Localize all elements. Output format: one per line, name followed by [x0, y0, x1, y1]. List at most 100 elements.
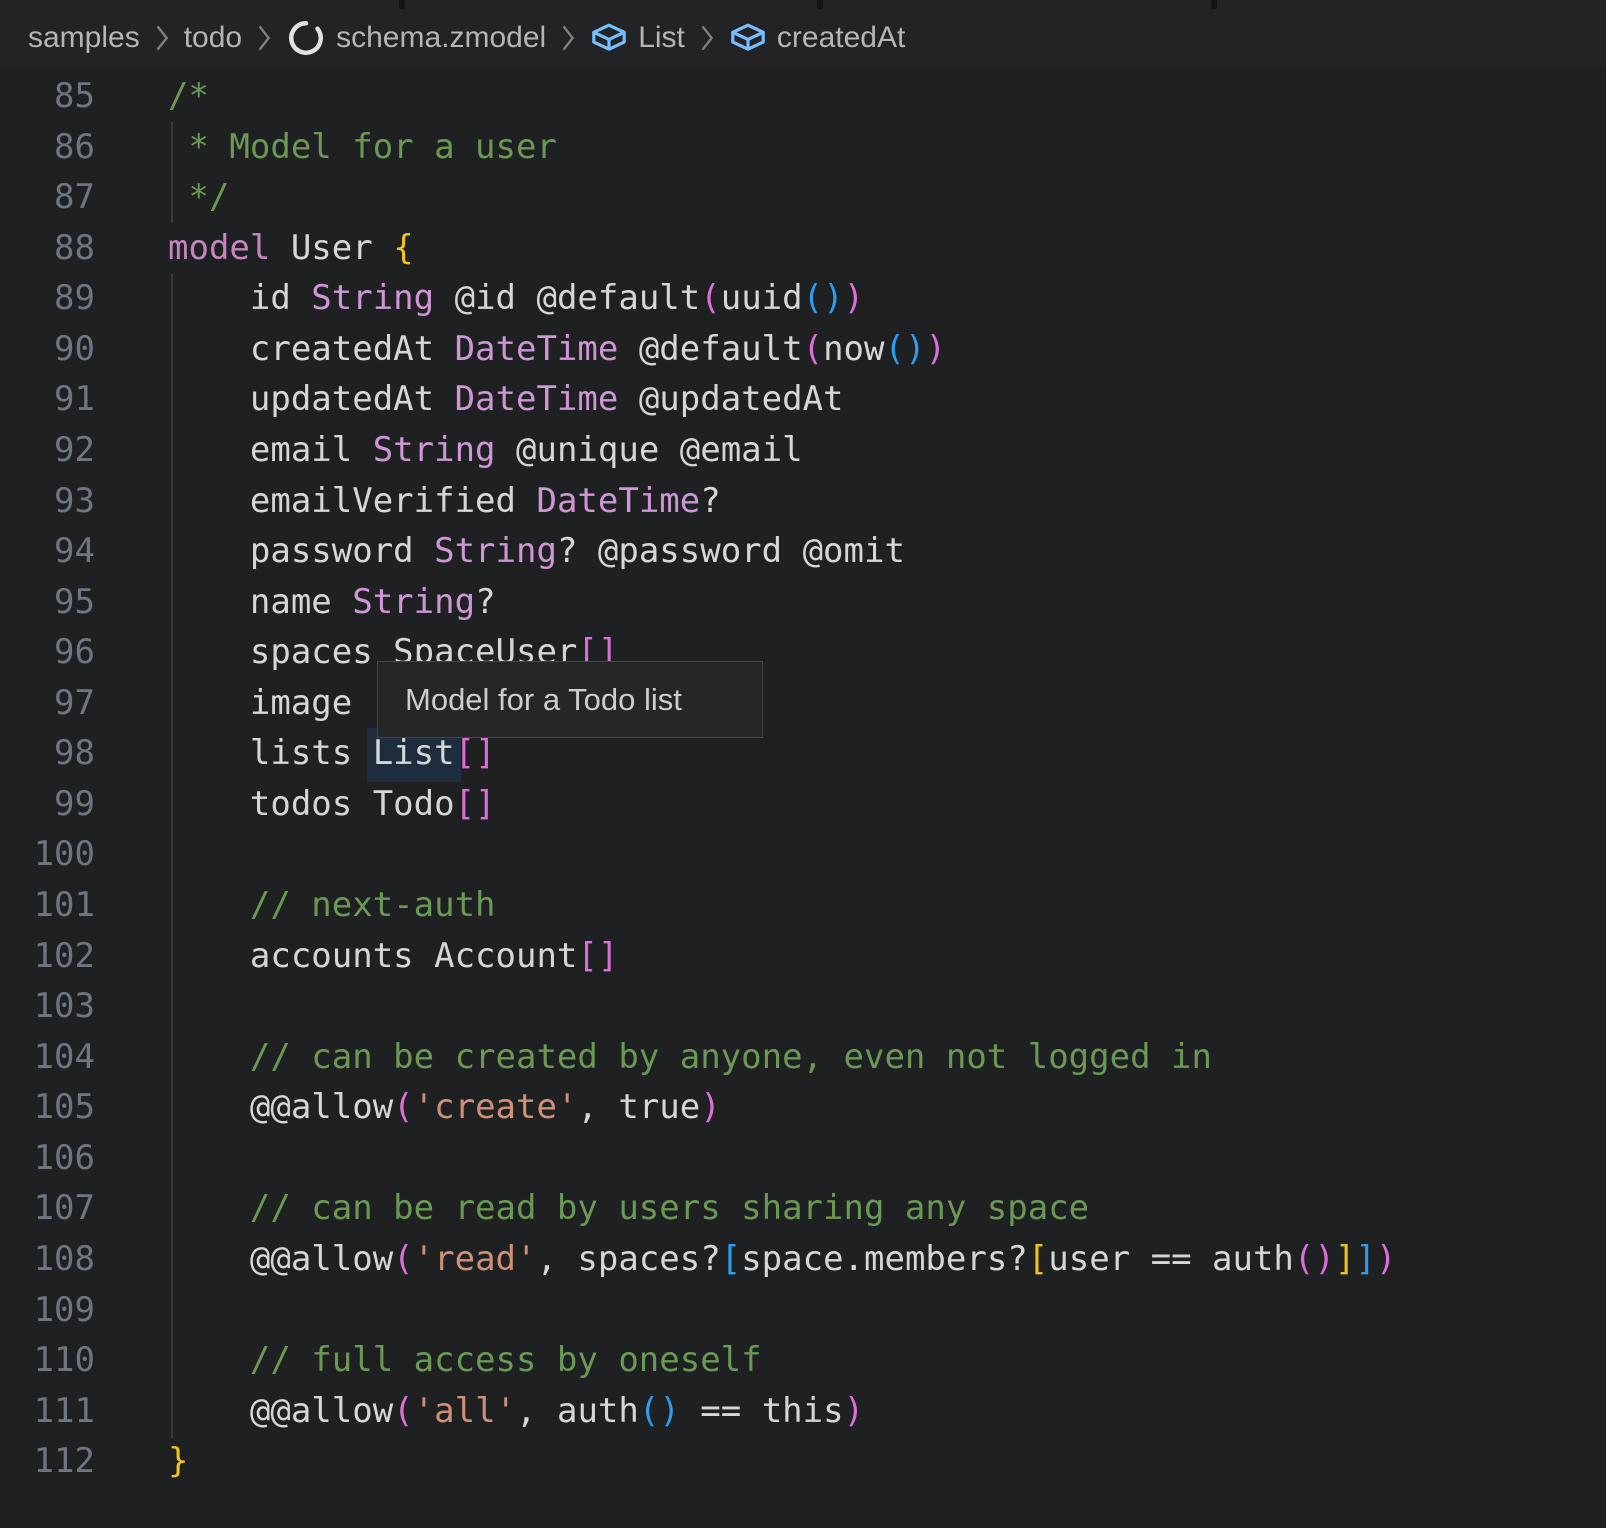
code-text: accounts Account[] [95, 931, 618, 982]
code-token: String [373, 430, 496, 470]
code-line[interactable]: 106 [0, 1133, 1606, 1184]
code-token: // can be created by anyone, even not lo… [168, 1037, 1212, 1077]
code-token: ) [905, 329, 925, 369]
code-token: ? [475, 582, 495, 622]
line-number[interactable]: 86 [0, 122, 95, 173]
code-line[interactable]: 88model User { [0, 223, 1606, 274]
line-number[interactable]: 99 [0, 779, 95, 830]
line-number[interactable]: 95 [0, 577, 95, 628]
line-number[interactable]: 101 [0, 880, 95, 931]
line-number[interactable]: 94 [0, 526, 95, 577]
line-number[interactable]: 96 [0, 627, 95, 678]
line-number[interactable]: 91 [0, 374, 95, 425]
code-text: id String @id @default(uuid()) [95, 273, 864, 324]
code-text: @@allow('all', auth() == this) [95, 1386, 864, 1437]
code-token: ? @password @omit [557, 531, 905, 571]
breadcrumb-label: List [638, 21, 685, 55]
code-token: @default [618, 329, 802, 369]
line-number[interactable]: 110 [0, 1335, 95, 1386]
code-lines: 85/*86 * Model for a user87 */88model Us… [0, 67, 1606, 1487]
line-number[interactable]: 85 [0, 71, 95, 122]
code-token: ( [393, 1239, 413, 1279]
code-line[interactable]: 97 image [0, 678, 1606, 729]
hover-tooltip: Model for a Todo list [377, 661, 763, 738]
line-number[interactable]: 104 [0, 1032, 95, 1083]
code-line[interactable]: 91 updatedAt DateTime @updatedAt [0, 374, 1606, 425]
code-line[interactable]: 94 password String? @password @omit [0, 526, 1606, 577]
breadcrumb-item-createdat[interactable]: createdAt [729, 19, 905, 57]
code-line[interactable]: 100 [0, 829, 1606, 880]
code-token: lists [168, 733, 373, 773]
code-token: ( [803, 329, 823, 369]
code-line[interactable]: 112} [0, 1436, 1606, 1487]
code-token: @unique @email [496, 430, 803, 470]
code-text: // can be read by users sharing any spac… [95, 1183, 1089, 1234]
line-number[interactable]: 106 [0, 1133, 95, 1184]
line-number[interactable]: 109 [0, 1285, 95, 1336]
code-token: @@allow [168, 1239, 393, 1279]
code-token: @@allow [168, 1087, 393, 1127]
line-number[interactable]: 105 [0, 1082, 95, 1133]
code-line[interactable]: 93 emailVerified DateTime? [0, 476, 1606, 527]
code-line[interactable]: 109 [0, 1285, 1606, 1336]
code-line[interactable]: 92 email String @unique @email [0, 425, 1606, 476]
code-token: , [516, 1391, 557, 1431]
line-number[interactable]: 88 [0, 223, 95, 274]
line-number[interactable]: 100 [0, 829, 95, 880]
code-token: // next-auth [168, 885, 496, 925]
line-number[interactable]: 97 [0, 678, 95, 729]
code-token: password [168, 531, 434, 571]
code-text: @@allow('read', spaces?[space.members?[u… [95, 1234, 1396, 1285]
line-number[interactable]: 93 [0, 476, 95, 527]
breadcrumb-item-todo[interactable]: todo [184, 21, 242, 55]
code-line[interactable]: 103 [0, 981, 1606, 1032]
breadcrumb-label: createdAt [777, 21, 905, 55]
code-line[interactable]: 99 todos Todo[] [0, 779, 1606, 830]
code-line[interactable]: 89 id String @id @default(uuid()) [0, 273, 1606, 324]
line-number[interactable]: 98 [0, 728, 95, 779]
code-line[interactable]: 87 */ [0, 172, 1606, 223]
code-token: { [393, 228, 413, 268]
line-number[interactable]: 108 [0, 1234, 95, 1285]
line-number[interactable]: 92 [0, 425, 95, 476]
code-line[interactable]: 101 // next-auth [0, 880, 1606, 931]
code-text: todos Todo[] [95, 779, 496, 830]
tab-strip [0, 0, 1606, 9]
code-token: emailVerified [168, 481, 536, 521]
line-number[interactable]: 103 [0, 981, 95, 1032]
code-token: @id @default [434, 278, 700, 318]
code-text: password String? @password @omit [95, 526, 905, 577]
code-token: now [823, 329, 884, 369]
code-token: DateTime [536, 481, 700, 521]
code-text: updatedAt DateTime @updatedAt [95, 374, 844, 425]
code-line[interactable]: 85/* [0, 71, 1606, 122]
code-line[interactable]: 98 lists List[] [0, 728, 1606, 779]
code-token: @@allow [168, 1391, 393, 1431]
line-number[interactable]: 89 [0, 273, 95, 324]
line-number[interactable]: 90 [0, 324, 95, 375]
breadcrumb-item-schema-zmodel[interactable]: schema.zmodel [286, 18, 546, 58]
breadcrumb-separator [154, 24, 170, 52]
line-number[interactable]: 107 [0, 1183, 95, 1234]
code-line[interactable]: 110 // full access by oneself [0, 1335, 1606, 1386]
line-number[interactable]: 102 [0, 931, 95, 982]
breadcrumb-item-list[interactable]: List [590, 19, 685, 57]
code-line[interactable]: 96 spaces SpaceUser[] [0, 627, 1606, 678]
code-line[interactable]: 108 @@allow('read', spaces?[space.member… [0, 1234, 1606, 1285]
code-line[interactable]: 104 // can be created by anyone, even no… [0, 1032, 1606, 1083]
line-number[interactable]: 111 [0, 1386, 95, 1437]
code-line[interactable]: 105 @@allow('create', true) [0, 1082, 1606, 1133]
code-line[interactable]: 102 accounts Account[] [0, 931, 1606, 982]
code-line[interactable]: 95 name String? [0, 577, 1606, 628]
code-text: // can be created by anyone, even not lo… [95, 1032, 1212, 1083]
code-line[interactable]: 90 createdAt DateTime @default(now()) [0, 324, 1606, 375]
code-text [95, 829, 168, 880]
breadcrumb-item-samples[interactable]: samples [28, 21, 140, 55]
code-line[interactable]: 111 @@allow('all', auth() == this) [0, 1386, 1606, 1437]
line-number[interactable]: 87 [0, 172, 95, 223]
code-token: name [168, 582, 352, 622]
code-line[interactable]: 86 * Model for a user [0, 122, 1606, 173]
code-line[interactable]: 107 // can be read by users sharing any … [0, 1183, 1606, 1234]
code-token: [ [721, 1239, 741, 1279]
line-number[interactable]: 112 [0, 1436, 95, 1487]
